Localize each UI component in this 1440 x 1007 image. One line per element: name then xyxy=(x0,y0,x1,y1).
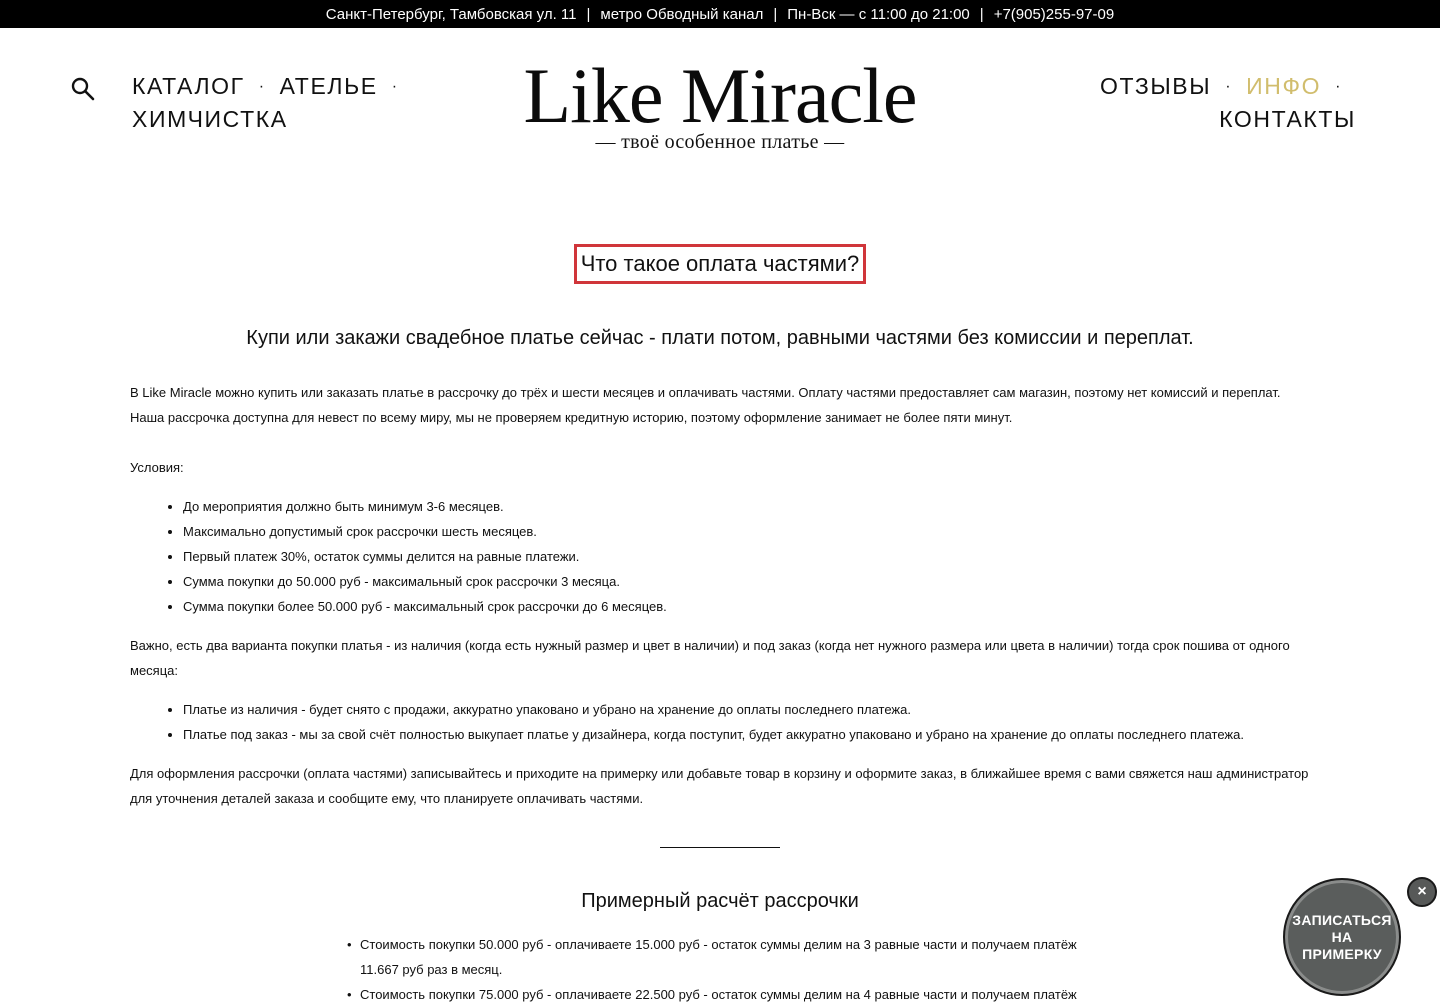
logo-title: Like Miracle xyxy=(523,52,918,139)
variants-list: Платье из наличия - будет снято с продаж… xyxy=(130,697,1315,747)
fitting-signup-label: ЗАПИСАТЬСЯ НА ПРИМЕРКУ xyxy=(1292,911,1392,962)
metro-station: метро Обводный канал xyxy=(600,5,764,23)
separator: | xyxy=(979,5,984,23)
howto-paragraph: Для оформления рассрочки (оплата частями… xyxy=(130,766,1309,806)
nav-reviews[interactable]: ОТЗЫВЫ xyxy=(1100,70,1211,102)
nav-dot: · xyxy=(391,78,399,95)
list-item: Платье из наличия - будет снято с продаж… xyxy=(183,697,1315,722)
section-divider xyxy=(660,847,780,848)
opening-hours: Пн-Вск — с 11:00 до 21:00 xyxy=(787,5,970,23)
phone-link[interactable]: +7(905)255-97-09 xyxy=(994,6,1115,23)
main-nav-left: КАТАЛОГ · АТЕЛЬЕ · ХИМЧИСТКА xyxy=(132,70,432,135)
search-icon[interactable] xyxy=(70,76,96,102)
list-item: Первый платеж 30%, остаток суммы делится… xyxy=(183,544,1315,569)
nav-dot: · xyxy=(1225,78,1233,95)
nav-dot: · xyxy=(1335,78,1342,95)
top-info-bar: Санкт-Петербург, Тамбовская ул. 11 | мет… xyxy=(0,0,1440,28)
fitting-signup-button[interactable]: ЗАПИСАТЬСЯ НА ПРИМЕРКУ xyxy=(1283,878,1401,996)
page-title-container: Что такое оплата частями? xyxy=(0,244,1440,284)
calc-list: Стоимость покупки 50.000 руб - оплачивае… xyxy=(347,932,1087,1007)
list-item: Сумма покупки до 50.000 руб - максимальн… xyxy=(183,569,1315,594)
calc-section-title: Примерный расчёт рассрочки xyxy=(581,890,859,912)
nav-dry-cleaning[interactable]: ХИМЧИСТКА xyxy=(132,103,288,135)
nav-catalog[interactable]: КАТАЛОГ xyxy=(132,70,245,102)
store-address: Санкт-Петербург, Тамбовская ул. 11 xyxy=(325,5,577,23)
nav-contacts[interactable]: КОНТАКТЫ xyxy=(1219,103,1356,135)
lead-text: Купи или закажи свадебное платье сейчас … xyxy=(246,327,1194,349)
intro-paragraph: Наша рассрочка доступна для невест по вс… xyxy=(130,410,1013,425)
conditions-list: До мероприятия должно быть минимум 3-6 м… xyxy=(130,494,1315,619)
list-item: Стоимость покупки 50.000 руб - оплачивае… xyxy=(347,932,1087,982)
close-icon[interactable]: × xyxy=(1407,877,1437,907)
separator: | xyxy=(773,5,778,23)
list-item: Стоимость покупки 75.000 руб - оплачивае… xyxy=(347,982,1087,1007)
list-item: Сумма покупки более 50.000 руб - максима… xyxy=(183,594,1315,619)
article-body: В Like Miracle можно купить или заказать… xyxy=(130,380,1315,811)
nav-info[interactable]: ИНФО xyxy=(1246,70,1321,102)
list-item: Платье под заказ - мы за свой счёт полно… xyxy=(183,722,1315,747)
intro-paragraph: В Like Miracle можно купить или заказать… xyxy=(130,385,1281,400)
list-item: До мероприятия должно быть минимум 3-6 м… xyxy=(183,494,1315,519)
separator: | xyxy=(586,5,591,23)
nav-atelier[interactable]: АТЕЛЬЕ xyxy=(280,70,378,102)
page-title: Что такое оплата частями? xyxy=(573,244,867,284)
nav-dot: · xyxy=(258,78,266,95)
main-nav-right: ОТЗЫВЫ · ИНФО · КОНТАКТЫ xyxy=(1056,70,1356,135)
site-logo[interactable]: Like Miracle — твоё особенное платье — xyxy=(520,52,920,153)
important-paragraph: Важно, есть два варианта покупки платья … xyxy=(130,638,1290,678)
conditions-label: Условия: xyxy=(130,460,184,475)
list-item: Максимально допустимый срок рассрочки ше… xyxy=(183,519,1315,544)
